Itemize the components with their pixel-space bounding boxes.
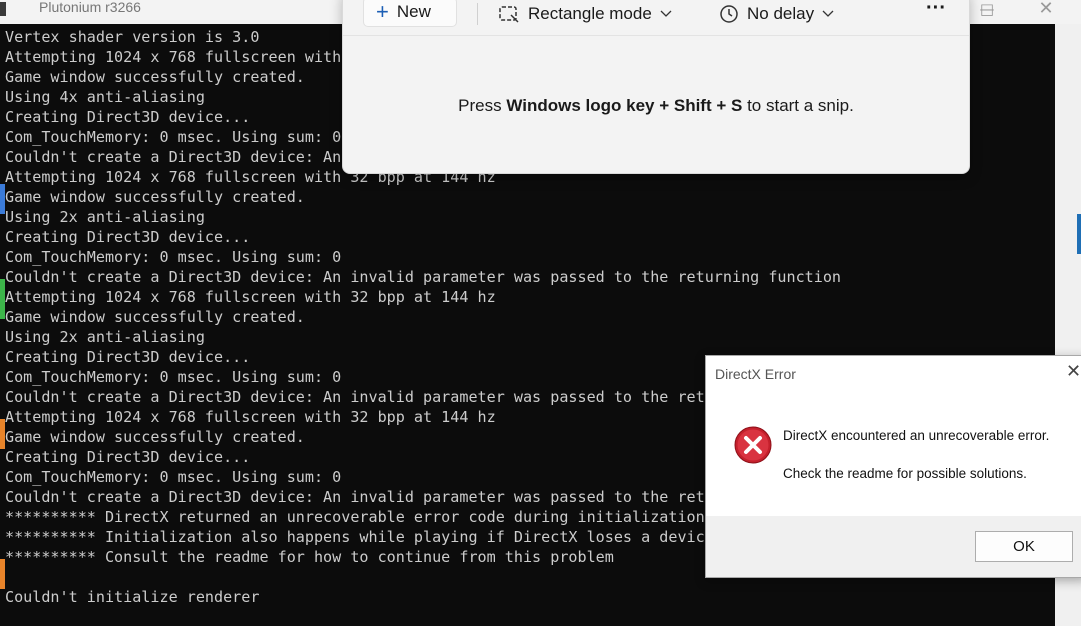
snip-mode-label: Rectangle mode [528,4,652,23]
console-line: Couldn't create a Direct3D device: An in… [5,268,842,286]
snip-delay-dropdown[interactable]: No delay [719,1,834,27]
snip-instruction: Press Windows logo key + Shift + S to st… [343,96,969,116]
console-line: Creating Direct3D device... [5,228,251,246]
directx-error-dialog: DirectX Error ✕ DirectX encountered an u… [705,355,1081,578]
snip-delay-label: No delay [747,4,815,23]
desktop-accent [1077,214,1081,254]
chevron-down-icon [660,10,672,17]
console-line: Game window successfully created. [5,308,305,326]
console-line: Couldn't initialize renderer [5,588,260,606]
close-icon[interactable]: ✕ [1026,0,1066,18]
maximize-icon[interactable]: □ [967,0,1007,18]
new-snip-button[interactable]: + New [363,0,457,27]
console-line: Using 2x anti-aliasing [5,208,205,226]
toolbar-divider [477,3,478,25]
plus-icon: + [376,0,389,24]
snipping-toolbar: + New Rectangle mode No delay ··· [343,0,969,36]
dialog-title: DirectX Error [715,366,796,382]
console-line: Using 2x anti-aliasing [5,328,205,346]
console-app-icon [0,2,6,16]
snip-instruction-prefix: Press [458,96,507,115]
ok-button[interactable]: OK [975,531,1073,562]
console-line: Com_TouchMemory: 0 msec. Using sum: 0 [5,248,342,266]
background-window-edges [0,24,5,626]
snip-instruction-suffix: to start a snip. [742,96,854,115]
console-line: Attempting 1024 x 768 fullscreen with 32… [5,288,496,306]
dialog-footer: OK [706,516,1081,577]
new-snip-label: New [396,2,431,21]
error-icon [734,426,772,464]
snip-mode-dropdown[interactable]: Rectangle mode [498,1,672,27]
dialog-message: DirectX encountered an unrecoverable err… [783,428,1050,443]
close-icon[interactable]: ✕ [1066,362,1081,380]
console-line: Game window successfully created. [5,188,305,206]
clock-icon [720,5,738,23]
more-options-button[interactable]: ··· [926,0,946,21]
snip-shortcut-keys: Windows logo key + Shift + S [506,96,743,115]
screen: Plutonium r3266 — □ ✕ Vertex shader vers… [0,0,1081,626]
rectangle-snip-icon [499,6,519,23]
dialog-hint: Check the readme for possible solutions. [783,466,1027,481]
chevron-down-icon [822,10,834,17]
snipping-tool-window: + New Rectangle mode No delay ··· Press … [342,0,970,174]
console-window-title: Plutonium r3266 [39,0,141,15]
